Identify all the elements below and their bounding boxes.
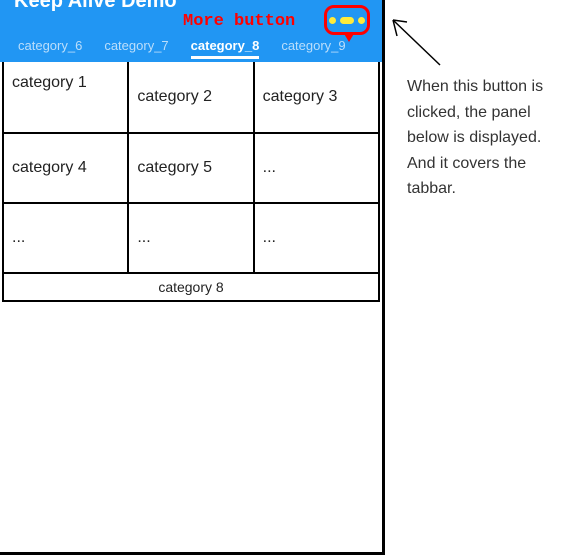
app-title: Keep Alive Demo [14, 0, 177, 13]
category-grid-panel: category 1 category 2 category 3 categor… [2, 62, 380, 302]
tab-bar: category_6 category_7 category_8 categor… [0, 32, 382, 60]
app-header: Keep Alive Demo More button category_6 c… [0, 0, 382, 62]
more-button[interactable] [324, 5, 370, 35]
tab-category-9[interactable]: category_9 [281, 38, 345, 55]
grid-cell-more[interactable]: ... [255, 134, 378, 202]
tab-category-6[interactable]: category_6 [18, 38, 82, 55]
annotation-line: below is displayed. [407, 125, 562, 151]
more-dots-icon [340, 17, 354, 24]
grid-row: ... ... ... [4, 202, 378, 272]
annotation-line: When this button is [407, 74, 562, 100]
grid-cell-category-1[interactable]: category 1 [4, 62, 129, 132]
grid-cell-category-3[interactable]: category 3 [255, 62, 378, 132]
grid-bottom-label: category 8 [4, 272, 378, 300]
annotation-line: And it covers the [407, 151, 562, 177]
grid-cell-category-5[interactable]: category 5 [129, 134, 254, 202]
phone-frame: Keep Alive Demo More button category_6 c… [0, 0, 385, 555]
more-button-annotation-label: More button [183, 12, 295, 31]
annotation-line: clicked, the panel [407, 100, 562, 126]
grid-cell-more[interactable]: ... [4, 204, 129, 272]
tab-category-7[interactable]: category_7 [104, 38, 168, 55]
grid-row: category 4 category 5 ... [4, 132, 378, 202]
grid-cell-category-2[interactable]: category 2 [129, 62, 254, 132]
grid-cell-more[interactable]: ... [255, 204, 378, 272]
grid-cell-category-4[interactable]: category 4 [4, 134, 129, 202]
more-dots-icon [358, 17, 365, 24]
tab-category-8[interactable]: category_8 [191, 38, 260, 55]
grid-cell-more[interactable]: ... [129, 204, 254, 272]
annotation-text: When this button is clicked, the panel b… [407, 74, 562, 202]
grid-row: category 1 category 2 category 3 [4, 62, 378, 132]
arrow-icon [385, 10, 455, 80]
more-dots-icon [329, 17, 336, 24]
annotation-line: tabbar. [407, 176, 562, 202]
